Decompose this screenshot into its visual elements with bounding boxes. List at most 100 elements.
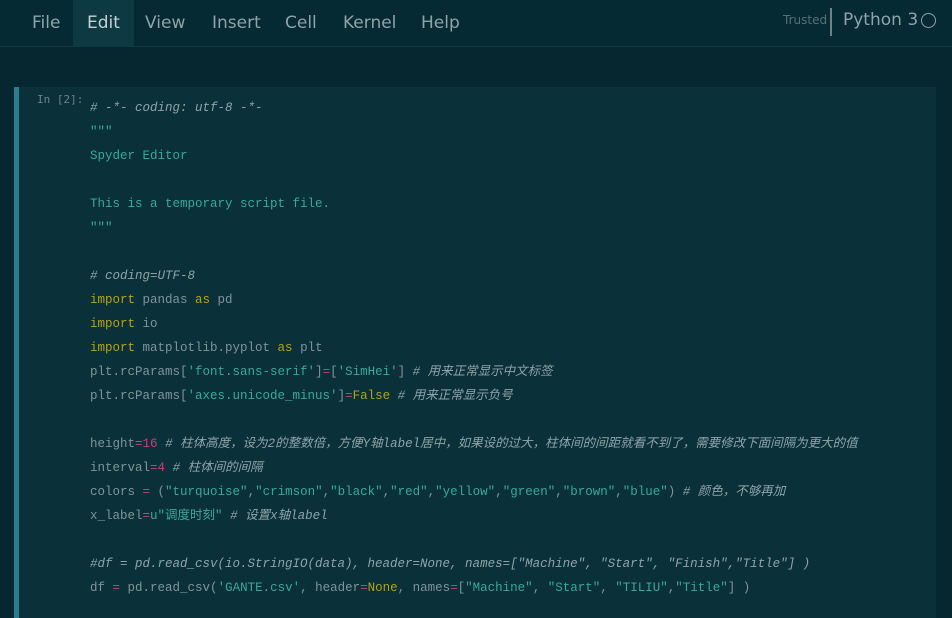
trusted-indicator[interactable]: Trusted (783, 13, 827, 27)
menu-cell[interactable]: Cell (271, 0, 331, 46)
code-token: "blue" (622, 485, 668, 499)
code-token: This is a temporary script file. (90, 197, 331, 211)
code-token: = (142, 509, 151, 523)
code-token: , header (300, 581, 361, 595)
code-line: This is a temporary script file. (90, 193, 940, 217)
code-token: = (322, 365, 331, 379)
code-line: x_label=u"调度时刻" # 设置x轴label (90, 505, 940, 529)
code-token: "Title" (675, 581, 728, 595)
code-token: height (90, 437, 136, 451)
code-token: matplotlib.pyplot (135, 341, 278, 355)
code-token: 'SimHei' (337, 365, 398, 379)
code-token: 'axes.unicode_minus' (187, 389, 338, 403)
code-token: plt (292, 341, 323, 355)
code-token: x_label (90, 509, 143, 523)
code-token: , (615, 485, 623, 499)
kernel-name[interactable]: Python 3 (843, 10, 918, 30)
code-token: """ (90, 221, 113, 235)
code-token: as (277, 341, 293, 355)
menu-view[interactable]: View (131, 0, 199, 46)
code-token: # 颜色，不够再加 (682, 485, 786, 499)
code-token: ) (667, 485, 683, 499)
code-line: """ (90, 121, 940, 145)
code-token: , names (397, 581, 451, 595)
menu-file[interactable]: File (18, 0, 74, 46)
code-token: colors (90, 485, 143, 499)
menu-kernel[interactable]: Kernel (329, 0, 410, 46)
code-line: import io (90, 313, 940, 337)
code-token: #df = pd.read_csv(io.StringIO(data), hea… (90, 557, 811, 571)
cell-prompt: In [2]: (37, 93, 84, 106)
code-token: "green" (502, 485, 556, 499)
code-token: u"调度时刻" (150, 509, 223, 523)
kernel-separator (830, 8, 832, 36)
code-token: [ (330, 365, 338, 379)
code-token: ] (337, 389, 346, 403)
code-token: 16 (142, 437, 158, 451)
code-line: """ (90, 217, 940, 241)
code-token: # 柱体间的间隔 (172, 461, 263, 475)
code-token: pd.read_csv( (120, 581, 218, 595)
code-token: "Machine" (465, 581, 533, 595)
code-token: None (367, 581, 398, 595)
kernel-idle-icon (921, 13, 936, 28)
code-token: # 用来正常显示负号 (397, 389, 513, 403)
code-token: # -*- coding: utf-8 -*- (90, 101, 263, 115)
menu-insert[interactable]: Insert (198, 0, 275, 46)
code-token: = (135, 437, 143, 451)
code-token: ] (397, 365, 413, 379)
code-token: , (555, 485, 563, 499)
menu-help[interactable]: Help (407, 0, 474, 46)
code-line: df = pd.read_csv('GANTE.csv', header=Non… (90, 577, 940, 601)
code-token: , (322, 485, 331, 499)
code-line: plt.rcParams['axes.unicode_minus']=False… (90, 385, 940, 409)
code-token: 'font.sans-serif' (187, 365, 316, 379)
code-line: height=16 # 柱体高度，设为2的整数倍，方便Y轴label居中，如果设… (90, 433, 940, 457)
code-token: "crimson" (255, 485, 323, 499)
code-token: , (532, 581, 548, 595)
code-line: interval=4 # 柱体间的间隔 (90, 457, 940, 481)
code-token: , (495, 485, 503, 499)
code-token: Spyder Editor (90, 149, 188, 163)
code-token: "yellow" (435, 485, 496, 499)
code-token: as (195, 293, 211, 307)
code-token: # 设置x轴label (230, 509, 328, 523)
code-token: # coding=UTF-8 (90, 269, 196, 283)
menu-bar: File Edit View Insert Cell Kernel Help T… (0, 0, 952, 47)
code-token: interval (90, 461, 151, 475)
code-token: False (352, 389, 391, 403)
code-line: plt.rcParams['font.sans-serif']=['SimHei… (90, 361, 940, 385)
code-token: # 用来正常显示中文标签 (412, 365, 553, 379)
code-token: = (112, 581, 121, 595)
code-token: """ (90, 125, 113, 139)
code-token: 'GANTE.csv' (217, 581, 301, 595)
code-editor[interactable]: # -*- coding: utf-8 -*- """ Spyder Editor T… (90, 97, 940, 601)
code-token: "Start" (547, 581, 601, 595)
code-token: plt.rcParams[ (90, 365, 188, 379)
code-token: "brown" (562, 485, 616, 499)
code-token: , (247, 485, 256, 499)
menu-edit[interactable]: Edit (73, 0, 134, 46)
code-line: #df = pd.read_csv(io.StringIO(data), hea… (90, 553, 940, 577)
code-token: # 柱体高度，设为2的整数倍，方便Y轴label居中，如果设的过大，柱体间的间距… (165, 437, 858, 451)
code-line: # coding=UTF-8 (90, 265, 940, 289)
code-token: "TILIU" (615, 581, 668, 595)
code-token: "black" (330, 485, 383, 499)
code-token: = (450, 581, 458, 595)
code-token: = (345, 389, 353, 403)
code-token: "red" (390, 485, 428, 499)
code-line: import matplotlib.pyplot as plt (90, 337, 940, 361)
code-token: pandas (135, 293, 196, 307)
code-cell[interactable]: In [2]: # -*- coding: utf-8 -*- """ Spyder… (14, 87, 936, 618)
code-token: = (150, 461, 158, 475)
code-token: import (90, 341, 136, 355)
code-token: ] (315, 365, 323, 379)
code-token: = (142, 485, 151, 499)
code-line: import pandas as pd (90, 289, 940, 313)
